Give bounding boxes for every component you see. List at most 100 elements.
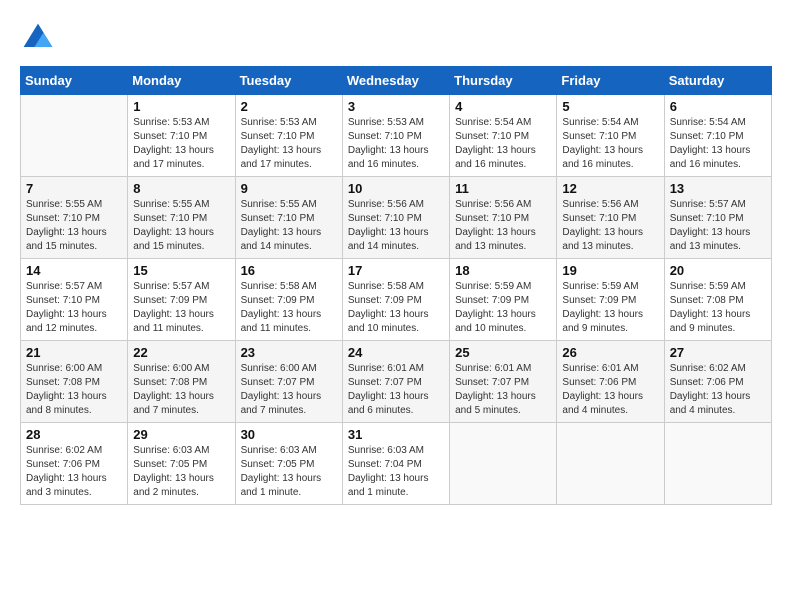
calendar-header-row: SundayMondayTuesdayWednesdayThursdayFrid…: [21, 67, 772, 95]
day-info: Sunrise: 6:03 AM Sunset: 7:05 PM Dayligh…: [133, 444, 229, 500]
day-cell-5: 5 Sunrise: 5:54 AM Sunset: 7:10 PM Daylig…: [557, 95, 664, 177]
day-number: 2: [241, 99, 337, 114]
col-header-friday: Friday: [557, 67, 664, 95]
calendar-table: SundayMondayTuesdayWednesdayThursdayFrid…: [20, 66, 772, 505]
day-number: 31: [348, 427, 444, 442]
day-cell-14: 14 Sunrise: 5:57 AM Sunset: 7:10 PM Dayli…: [21, 259, 128, 341]
logo-icon: [20, 20, 56, 56]
day-info: Sunrise: 5:59 AM Sunset: 7:09 PM Dayligh…: [455, 280, 551, 336]
day-cell-11: 11 Sunrise: 5:56 AM Sunset: 7:10 PM Dayli…: [450, 177, 557, 259]
day-info: Sunrise: 5:55 AM Sunset: 7:10 PM Dayligh…: [26, 198, 122, 254]
day-info: Sunrise: 5:55 AM Sunset: 7:10 PM Dayligh…: [241, 198, 337, 254]
day-number: 5: [562, 99, 658, 114]
day-cell-29: 29 Sunrise: 6:03 AM Sunset: 7:05 PM Dayli…: [128, 423, 235, 505]
day-info: Sunrise: 6:00 AM Sunset: 7:08 PM Dayligh…: [26, 362, 122, 418]
day-info: Sunrise: 5:53 AM Sunset: 7:10 PM Dayligh…: [241, 116, 337, 172]
day-info: Sunrise: 6:01 AM Sunset: 7:06 PM Dayligh…: [562, 362, 658, 418]
day-info: Sunrise: 5:55 AM Sunset: 7:10 PM Dayligh…: [133, 198, 229, 254]
day-info: Sunrise: 6:02 AM Sunset: 7:06 PM Dayligh…: [26, 444, 122, 500]
day-number: 7: [26, 181, 122, 196]
week-row-3: 14 Sunrise: 5:57 AM Sunset: 7:10 PM Dayli…: [21, 259, 772, 341]
day-number: 3: [348, 99, 444, 114]
empty-cell: [450, 423, 557, 505]
day-number: 19: [562, 263, 658, 278]
day-cell-16: 16Sunrise: 5:58 AM Sunset: 7:09 PM Dayli…: [235, 259, 342, 341]
empty-cell: [21, 95, 128, 177]
page-header: [20, 20, 772, 56]
day-number: 28: [26, 427, 122, 442]
col-header-saturday: Saturday: [664, 67, 771, 95]
day-cell-13: 13Sunrise: 5:57 AM Sunset: 7:10 PM Dayli…: [664, 177, 771, 259]
day-cell-18: 18 Sunrise: 5:59 AM Sunset: 7:09 PM Dayli…: [450, 259, 557, 341]
day-number: 20: [670, 263, 766, 278]
day-cell-6: 6Sunrise: 5:54 AM Sunset: 7:10 PM Daylig…: [664, 95, 771, 177]
day-cell-7: 7 Sunrise: 5:55 AM Sunset: 7:10 PM Daylig…: [21, 177, 128, 259]
day-cell-23: 23Sunrise: 6:00 AM Sunset: 7:07 PM Dayli…: [235, 341, 342, 423]
week-row-2: 7 Sunrise: 5:55 AM Sunset: 7:10 PM Daylig…: [21, 177, 772, 259]
week-row-5: 28 Sunrise: 6:02 AM Sunset: 7:06 PM Dayli…: [21, 423, 772, 505]
day-number: 14: [26, 263, 122, 278]
day-info: Sunrise: 5:54 AM Sunset: 7:10 PM Dayligh…: [670, 116, 766, 172]
day-number: 25: [455, 345, 551, 360]
day-number: 30: [241, 427, 337, 442]
day-info: Sunrise: 6:03 AM Sunset: 7:04 PM Dayligh…: [348, 444, 444, 500]
day-info: Sunrise: 5:59 AM Sunset: 7:08 PM Dayligh…: [670, 280, 766, 336]
day-number: 11: [455, 181, 551, 196]
col-header-wednesday: Wednesday: [342, 67, 449, 95]
empty-cell: [664, 423, 771, 505]
day-info: Sunrise: 5:53 AM Sunset: 7:10 PM Dayligh…: [348, 116, 444, 172]
day-number: 18: [455, 263, 551, 278]
day-info: Sunrise: 6:00 AM Sunset: 7:08 PM Dayligh…: [133, 362, 229, 418]
day-info: Sunrise: 6:01 AM Sunset: 7:07 PM Dayligh…: [455, 362, 551, 418]
day-cell-30: 30 Sunrise: 6:03 AM Sunset: 7:05 PM Dayli…: [235, 423, 342, 505]
day-cell-26: 26Sunrise: 6:01 AM Sunset: 7:06 PM Dayli…: [557, 341, 664, 423]
day-number: 12: [562, 181, 658, 196]
day-info: Sunrise: 5:58 AM Sunset: 7:09 PM Dayligh…: [348, 280, 444, 336]
day-cell-20: 20 Sunrise: 5:59 AM Sunset: 7:08 PM Dayli…: [664, 259, 771, 341]
day-info: Sunrise: 5:53 AM Sunset: 7:10 PM Dayligh…: [133, 116, 229, 172]
day-info: Sunrise: 5:57 AM Sunset: 7:10 PM Dayligh…: [26, 280, 122, 336]
day-number: 22: [133, 345, 229, 360]
day-number: 16: [241, 263, 337, 278]
calendar-body: 1 Sunrise: 5:53 AM Sunset: 7:10 PM Daylig…: [21, 95, 772, 505]
day-cell-2: 2 Sunrise: 5:53 AM Sunset: 7:10 PM Daylig…: [235, 95, 342, 177]
day-number: 21: [26, 345, 122, 360]
day-info: Sunrise: 5:54 AM Sunset: 7:10 PM Dayligh…: [562, 116, 658, 172]
day-cell-8: 8 Sunrise: 5:55 AM Sunset: 7:10 PM Daylig…: [128, 177, 235, 259]
day-info: Sunrise: 6:02 AM Sunset: 7:06 PM Dayligh…: [670, 362, 766, 418]
day-cell-31: 31 Sunrise: 6:03 AM Sunset: 7:04 PM Dayli…: [342, 423, 449, 505]
day-number: 24: [348, 345, 444, 360]
day-number: 15: [133, 263, 229, 278]
day-info: Sunrise: 5:56 AM Sunset: 7:10 PM Dayligh…: [455, 198, 551, 254]
day-number: 1: [133, 99, 229, 114]
day-cell-9: 9 Sunrise: 5:55 AM Sunset: 7:10 PM Daylig…: [235, 177, 342, 259]
col-header-tuesday: Tuesday: [235, 67, 342, 95]
day-cell-3: 3 Sunrise: 5:53 AM Sunset: 7:10 PM Daylig…: [342, 95, 449, 177]
day-number: 8: [133, 181, 229, 196]
day-info: Sunrise: 6:01 AM Sunset: 7:07 PM Dayligh…: [348, 362, 444, 418]
empty-cell: [557, 423, 664, 505]
logo: [20, 20, 62, 56]
day-cell-4: 4Sunrise: 5:54 AM Sunset: 7:10 PM Daylig…: [450, 95, 557, 177]
day-number: 17: [348, 263, 444, 278]
day-info: Sunrise: 5:57 AM Sunset: 7:09 PM Dayligh…: [133, 280, 229, 336]
day-info: Sunrise: 5:56 AM Sunset: 7:10 PM Dayligh…: [562, 198, 658, 254]
day-cell-15: 15 Sunrise: 5:57 AM Sunset: 7:09 PM Dayli…: [128, 259, 235, 341]
day-cell-21: 21 Sunrise: 6:00 AM Sunset: 7:08 PM Dayli…: [21, 341, 128, 423]
week-row-4: 21 Sunrise: 6:00 AM Sunset: 7:08 PM Dayli…: [21, 341, 772, 423]
day-info: Sunrise: 5:54 AM Sunset: 7:10 PM Dayligh…: [455, 116, 551, 172]
day-cell-12: 12 Sunrise: 5:56 AM Sunset: 7:10 PM Dayli…: [557, 177, 664, 259]
col-header-thursday: Thursday: [450, 67, 557, 95]
day-number: 10: [348, 181, 444, 196]
day-cell-10: 10Sunrise: 5:56 AM Sunset: 7:10 PM Dayli…: [342, 177, 449, 259]
col-header-sunday: Sunday: [21, 67, 128, 95]
day-cell-28: 28 Sunrise: 6:02 AM Sunset: 7:06 PM Dayli…: [21, 423, 128, 505]
day-info: Sunrise: 5:57 AM Sunset: 7:10 PM Dayligh…: [670, 198, 766, 254]
day-info: Sunrise: 6:03 AM Sunset: 7:05 PM Dayligh…: [241, 444, 337, 500]
day-number: 9: [241, 181, 337, 196]
day-cell-17: 17 Sunrise: 5:58 AM Sunset: 7:09 PM Dayli…: [342, 259, 449, 341]
day-info: Sunrise: 5:59 AM Sunset: 7:09 PM Dayligh…: [562, 280, 658, 336]
day-number: 27: [670, 345, 766, 360]
day-cell-27: 27 Sunrise: 6:02 AM Sunset: 7:06 PM Dayli…: [664, 341, 771, 423]
day-number: 29: [133, 427, 229, 442]
